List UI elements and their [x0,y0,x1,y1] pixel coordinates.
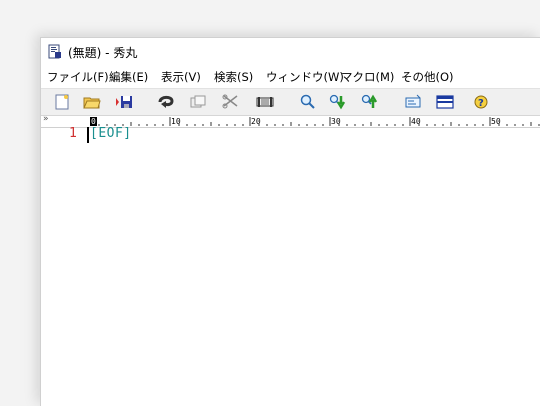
editor-window: (無題) - 秀丸 ファイル(F) 編集(E) 表示(V) 検索(S) ウィンド… [40,37,540,406]
grep-icon[interactable] [404,93,422,111]
search-up-icon[interactable] [361,93,379,111]
text-editor-area[interactable]: » 0 10 20 30 40 50 1 [EOF] [41,114,540,406]
menu-view[interactable]: 表示(V) [161,69,201,85]
text-cursor [87,127,89,143]
paste-icon[interactable] [256,93,274,111]
menu-macro[interactable]: マクロ(M) [341,69,394,85]
copy-icon[interactable] [189,93,207,111]
undo-icon[interactable] [157,93,175,111]
menu-window[interactable]: ウィンドウ(W) [266,69,344,85]
save-icon[interactable] [115,93,133,111]
menu-bar: ファイル(F) 編集(E) 表示(V) 検索(S) ウィンドウ(W) マクロ(M… [41,66,540,88]
new-file-icon[interactable] [53,93,71,111]
ruler-label-0: 0 [91,117,96,126]
menu-edit[interactable]: 編集(E) [109,69,148,85]
ruler-label-20: 20 [251,117,261,126]
line-number: 1 [69,126,77,141]
toolbar: ? [41,88,540,116]
help-icon[interactable]: ? [472,93,490,111]
search-down-icon[interactable] [329,93,347,111]
menu-search[interactable]: 検索(S) [214,69,253,85]
window-title: (無題) - 秀丸 [68,46,138,60]
split-window-icon[interactable] [436,93,454,111]
title-bar[interactable]: (無題) - 秀丸 [41,38,540,66]
app-icon [48,44,61,59]
eof-marker: [EOF] [90,126,132,141]
ruler-label-30: 30 [331,117,341,126]
ruler-label-50: 50 [491,117,501,126]
ruler-label-40: 40 [411,117,421,126]
open-folder-icon[interactable] [83,93,101,111]
svg-text:?: ? [478,98,484,109]
menu-other[interactable]: その他(O) [401,69,454,85]
cut-icon[interactable] [222,93,240,111]
menu-file[interactable]: ファイル(F) [47,69,109,85]
ruler-label-10: 10 [171,117,181,126]
search-icon[interactable] [299,93,317,111]
